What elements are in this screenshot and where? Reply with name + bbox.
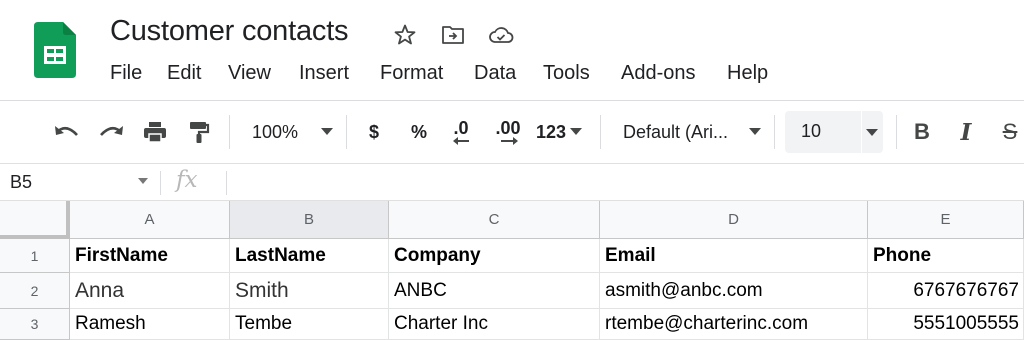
menu-add-ons[interactable]: Add-ons bbox=[621, 62, 696, 85]
name-box[interactable]: B5 bbox=[0, 164, 160, 201]
column-header-e[interactable]: E bbox=[868, 201, 1024, 239]
chevron-down-icon[interactable] bbox=[865, 123, 879, 141]
cell-a3[interactable]: Ramesh bbox=[70, 309, 230, 340]
strikethrough-button[interactable]: S bbox=[996, 117, 1024, 147]
percent-format-button[interactable]: % bbox=[405, 117, 433, 147]
arrow-left-icon bbox=[453, 137, 469, 145]
formula-bar: B5 fx bbox=[0, 163, 1024, 201]
menu-bar: File Edit View Insert Format Data Tools … bbox=[0, 62, 900, 90]
cell-d1[interactable]: Email bbox=[600, 239, 868, 273]
toolbar: 100% $ % .0 .00 123 Default (Ari... 10 B… bbox=[0, 101, 1024, 163]
cloud-saved-icon[interactable] bbox=[488, 22, 514, 48]
column-header-a[interactable]: A bbox=[70, 201, 230, 239]
chevron-down-icon bbox=[570, 128, 583, 135]
menu-data[interactable]: Data bbox=[474, 62, 516, 85]
toolbar-separator bbox=[774, 115, 775, 149]
star-icon[interactable] bbox=[392, 22, 418, 48]
column-header-c[interactable]: C bbox=[389, 201, 600, 239]
cell-e3[interactable]: 5551005555 bbox=[868, 309, 1024, 340]
row-header-3[interactable]: 3 bbox=[0, 309, 70, 340]
menu-edit[interactable]: Edit bbox=[167, 62, 201, 85]
cell-reference: B5 bbox=[10, 172, 33, 192]
row-header-1[interactable]: 1 bbox=[0, 239, 70, 273]
more-formats-button[interactable]: 123 bbox=[532, 117, 586, 147]
cell-a2[interactable]: Anna bbox=[70, 273, 230, 309]
document-title[interactable]: Customer contacts bbox=[110, 15, 349, 48]
font-size-input[interactable]: 10 bbox=[785, 111, 883, 153]
formula-input[interactable] bbox=[238, 164, 1018, 201]
zoom-select[interactable]: 100% bbox=[244, 117, 340, 147]
cell-b3[interactable]: Tembe bbox=[230, 309, 389, 340]
paint-format-icon[interactable] bbox=[186, 117, 212, 147]
app-header: Customer contacts File Edit View Insert … bbox=[0, 0, 1024, 101]
spreadsheet-grid: A B C D E 1 FirstName LastName Company E… bbox=[0, 201, 1024, 340]
cell-b1[interactable]: LastName bbox=[230, 239, 389, 273]
chevron-down-icon bbox=[749, 128, 761, 135]
menu-help[interactable]: Help bbox=[727, 62, 768, 85]
menu-insert[interactable]: Insert bbox=[299, 62, 349, 85]
select-all-corner[interactable] bbox=[0, 201, 70, 239]
increase-decimal-button[interactable]: .00 bbox=[488, 117, 528, 147]
cell-c3[interactable]: Charter Inc bbox=[389, 309, 600, 340]
italic-button[interactable]: I bbox=[952, 117, 980, 147]
cell-d3[interactable]: rtembe@charterinc.com bbox=[600, 309, 868, 340]
font-family-value: Default (Ari... bbox=[623, 121, 729, 142]
menu-file[interactable]: File bbox=[110, 62, 142, 85]
row-header-2[interactable]: 2 bbox=[0, 273, 70, 309]
toolbar-separator bbox=[896, 115, 897, 149]
cell-c1[interactable]: Company bbox=[389, 239, 600, 273]
bold-button[interactable]: B bbox=[908, 117, 936, 147]
column-header-b[interactable]: B bbox=[230, 201, 389, 239]
cell-e1[interactable]: Phone bbox=[868, 239, 1024, 273]
cell-d2[interactable]: asmith@anbc.com bbox=[600, 273, 868, 309]
decrease-decimal-button[interactable]: .0 bbox=[444, 117, 478, 147]
chevron-down-icon bbox=[138, 178, 148, 184]
cell-b2[interactable]: Smith bbox=[230, 273, 389, 309]
undo-icon[interactable] bbox=[52, 117, 82, 147]
arrow-right-icon bbox=[501, 137, 518, 145]
redo-icon[interactable] bbox=[96, 117, 126, 147]
toolbar-separator bbox=[229, 115, 230, 149]
cell-e2[interactable]: 6767676767 bbox=[868, 273, 1024, 309]
cell-c2[interactable]: ANBC bbox=[389, 273, 600, 309]
menu-view[interactable]: View bbox=[228, 62, 271, 85]
zoom-value: 100% bbox=[252, 121, 299, 142]
font-family-select[interactable]: Default (Ari... bbox=[614, 117, 768, 147]
cell-a1[interactable]: FirstName bbox=[70, 239, 230, 273]
font-size-value: 10 bbox=[801, 121, 822, 141]
fx-icon: fx bbox=[176, 167, 198, 193]
chevron-down-icon bbox=[321, 128, 334, 135]
menu-format[interactable]: Format bbox=[380, 62, 443, 85]
print-icon[interactable] bbox=[140, 117, 170, 147]
toolbar-separator bbox=[600, 115, 601, 149]
move-to-folder-icon[interactable] bbox=[440, 22, 466, 48]
toolbar-separator bbox=[346, 115, 347, 149]
menu-tools[interactable]: Tools bbox=[543, 62, 590, 85]
column-header-d[interactable]: D bbox=[600, 201, 868, 239]
currency-format-button[interactable]: $ bbox=[360, 117, 388, 147]
